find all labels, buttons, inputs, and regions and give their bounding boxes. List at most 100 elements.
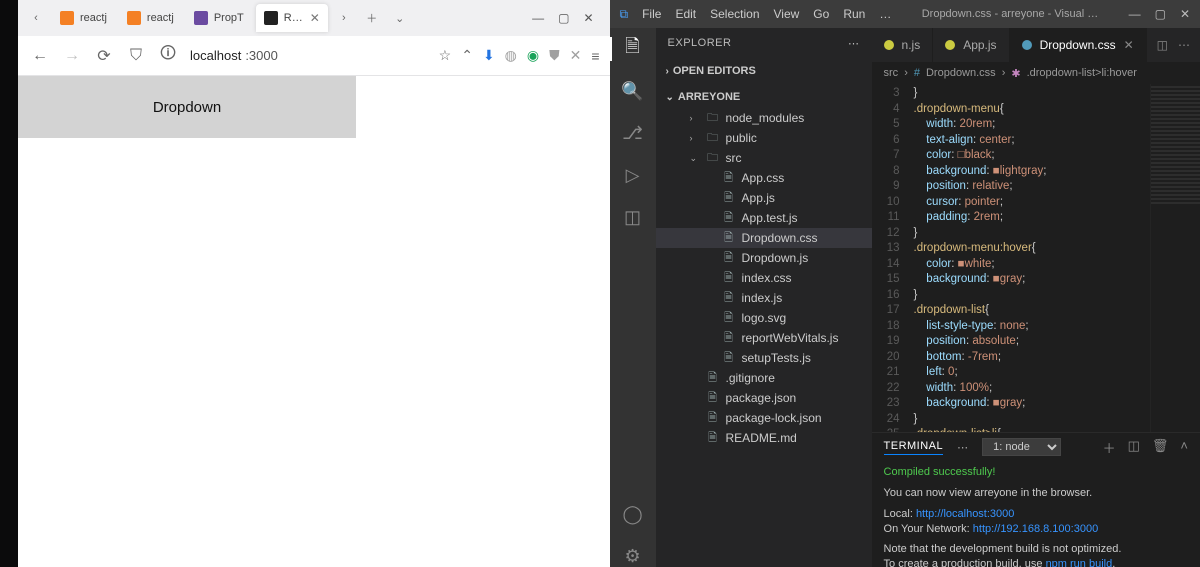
tree-label: reportWebVitals.js [742, 331, 839, 345]
minimize-button[interactable]: — [532, 11, 544, 25]
minimap[interactable] [1150, 84, 1200, 432]
site-info-icon[interactable]: 🛈 [156, 44, 180, 68]
folder-node-modules[interactable]: ›🗀node_modules [656, 108, 872, 128]
browser-tab[interactable]: reactj [119, 4, 182, 32]
minimize-button[interactable]: — [1129, 7, 1141, 21]
file-item[interactable]: 🗎package.json [656, 388, 872, 408]
new-terminal-icon[interactable]: ＋ [1103, 438, 1116, 457]
browser-tab[interactable]: reactj [52, 4, 115, 32]
file-item[interactable]: 🗎reportWebVitals.js [656, 328, 872, 348]
tabs-dropdown-button[interactable]: ⌄ [388, 6, 412, 30]
menu-go[interactable]: Go [813, 7, 829, 21]
breadcrumb[interactable]: src› #Dropdown.css› ✱.dropdown-list>li:h… [872, 62, 1200, 84]
menu-selection[interactable]: Selection [710, 7, 759, 21]
chevron-up-icon[interactable]: ˄ [1180, 438, 1188, 457]
file-item[interactable]: 🗎Dropdown.js [656, 248, 872, 268]
browser-tab-active[interactable]: Rea✕ [256, 4, 328, 32]
download-icon[interactable]: ⬇ [483, 47, 495, 64]
bc-item[interactable]: .dropdown-list>li:hover [1027, 67, 1137, 79]
file-item[interactable]: 🗎App.css [656, 168, 872, 188]
file-item[interactable]: 🗎logo.svg [656, 308, 872, 328]
shield-icon[interactable]: ⛉ [124, 44, 148, 68]
extensions-icon[interactable]: ◫ [622, 206, 644, 228]
window-title: Dropdown.css - arreyone - Visual … [922, 8, 1098, 20]
tree-label: Dropdown.js [742, 251, 809, 265]
panel-tab-terminal[interactable]: TERMINAL [884, 440, 944, 455]
bc-item[interactable]: src [884, 67, 899, 79]
file-item[interactable]: 🗎index.css [656, 268, 872, 288]
split-terminal-icon[interactable]: ◫ [1128, 438, 1140, 457]
terminal-output[interactable]: Compiled successfully! You can now view … [872, 461, 1200, 567]
code-content[interactable]: } .dropdown-menu{ width: 20rem; text-ali… [906, 84, 1150, 432]
menu-view[interactable]: View [774, 7, 800, 21]
menu-run[interactable]: Run [843, 7, 865, 21]
activity-bar: 🗎 🔍 ⎇ ▷ ◫ ◯ ⚙ [610, 28, 656, 567]
menu-button[interactable]: ≡ [591, 48, 599, 64]
menu-file[interactable]: File [642, 7, 661, 21]
url-field[interactable]: localhost:3000 [188, 44, 431, 67]
editor-tab-active[interactable]: Dropdown.css✕ [1010, 28, 1147, 62]
ext-icon[interactable]: ◉ [527, 47, 539, 64]
menu-edit[interactable]: Edit [675, 7, 696, 21]
file-item[interactable]: 🗎README.md [656, 428, 872, 448]
reload-button[interactable]: ⟳ [92, 44, 116, 68]
file-item[interactable]: 🗎.gitignore [656, 368, 872, 388]
close-icon[interactable]: ✕ [310, 11, 320, 25]
browser-tab[interactable]: PropT [186, 4, 252, 32]
project-section[interactable]: ⌄ARREYONE [656, 86, 872, 108]
editor-tab[interactable]: App.js [933, 28, 1009, 62]
bc-item[interactable]: Dropdown.css [926, 67, 996, 79]
nav-back-button[interactable]: ← [28, 44, 52, 68]
close-button[interactable]: ✕ [583, 11, 593, 25]
file-item[interactable]: 🗎App.test.js [656, 208, 872, 228]
tab-next-button[interactable]: › [332, 6, 356, 30]
folder-src[interactable]: ⌄🗀src [656, 148, 872, 168]
more-icon[interactable]: ⋯ [1178, 38, 1190, 52]
nav-forward-button[interactable]: → [60, 44, 84, 68]
tree-label: index.css [742, 271, 792, 285]
file-item[interactable]: 🗎App.js [656, 188, 872, 208]
ext-icon[interactable]: ◍ [505, 47, 517, 64]
tab-prev-button[interactable]: ‹ [24, 6, 48, 30]
terminal-select[interactable]: 1: node [982, 438, 1061, 456]
file-item[interactable]: 🗎package-lock.json [656, 408, 872, 428]
maximize-button[interactable]: ▢ [1155, 7, 1166, 21]
file-item[interactable]: 🗎Dropdown.css [656, 228, 872, 248]
vscode-titlebar: ⧉ File Edit Selection View Go Run … Drop… [610, 0, 1200, 28]
settings-gear-icon[interactable]: ⚙ [622, 545, 644, 567]
editor-tab[interactable]: n.js [872, 28, 934, 62]
term-line: On Your Network: http://192.168.8.100:30… [884, 522, 1188, 537]
maximize-button[interactable]: ▢ [558, 11, 569, 25]
ext-icon[interactable]: ✕ [570, 47, 582, 64]
open-editors-section[interactable]: ›OPEN EDITORS [656, 60, 872, 82]
file-item[interactable]: 🗎setupTests.js [656, 348, 872, 368]
close-icon[interactable]: ✕ [1124, 38, 1134, 52]
file-item[interactable]: 🗎index.js [656, 288, 872, 308]
file-icon: # [914, 67, 920, 79]
bottom-panel: TERMINAL ⋯ 1: node ＋ ◫ 🗑 ˄ Compiled succ… [872, 432, 1200, 567]
file-icon: 🗎 [706, 369, 720, 388]
new-tab-button[interactable]: ＋ [360, 6, 384, 30]
folder-public[interactable]: ›🗀public [656, 128, 872, 148]
close-button[interactable]: ✕ [1180, 7, 1190, 21]
term-line: Note that the development build is not o… [884, 542, 1188, 557]
search-icon[interactable]: 🔍 [622, 80, 644, 102]
account-icon[interactable]: ◯ [622, 503, 644, 525]
code-editor[interactable]: 3456789101112131415161718192021222324252… [872, 84, 1200, 432]
source-control-icon[interactable]: ⎇ [622, 122, 644, 144]
more-icon[interactable]: ⋯ [848, 37, 860, 50]
run-debug-icon[interactable]: ▷ [622, 164, 644, 186]
menu-overflow[interactable]: … [879, 7, 891, 21]
split-editor-icon[interactable]: ◫ [1157, 38, 1168, 52]
ext-icon[interactable]: ⛊ [549, 47, 560, 64]
more-icon[interactable]: ⋯ [957, 441, 968, 454]
trash-icon[interactable]: 🗑 [1152, 438, 1169, 457]
url-port: :3000 [245, 48, 278, 63]
bookmark-icon[interactable]: ☆ [439, 47, 452, 64]
file-icon [1022, 40, 1032, 50]
explorer-icon[interactable]: 🗎 [622, 38, 644, 60]
pocket-icon[interactable]: ⌃ [461, 47, 473, 64]
dropdown-menu[interactable]: Dropdown [18, 76, 356, 138]
toolbar-right: ☆ ⌃ ⬇ ◍ ◉ ⛊ ✕ ≡ [439, 47, 600, 64]
term-line: You can now view arreyone in the browser… [884, 486, 1188, 501]
